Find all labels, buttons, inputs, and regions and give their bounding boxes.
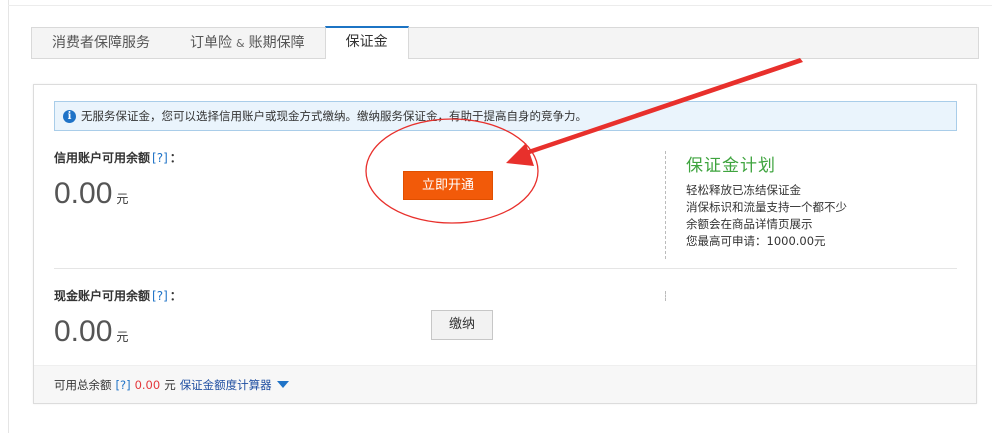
credit-label-text: 信用账户可用余额 [54,151,151,165]
credit-help-link[interactable]: [?] [152,151,168,165]
pay-button[interactable]: 缴纳 [431,310,493,340]
cash-amount-value: 0.00 [54,315,113,348]
plan-line: 轻松释放已冻结保证金 [686,183,801,197]
plan-line: 余额会在商品详情页展示 [686,217,813,231]
credit-colon: ： [169,151,182,165]
tab-ampersand: & [236,37,245,50]
vertical-divider-lower [665,291,666,301]
total-balance-bar: 可用总余额 [?] 0.00 元 保证金额度计算器 [34,365,976,403]
tab-label: 消费者保障服务 [52,35,150,51]
credit-label: 信用账户可用余额 [?]： [54,149,182,166]
total-balance-label: 可用总余额 [54,377,112,392]
notice-bar: i 无服务保证金，您可以选择信用账户或现金方式缴纳。缴纳服务保证金，有助于提高自… [54,101,957,131]
tab-consumer-protection[interactable]: 消费者保障服务 [32,28,170,59]
tab-deposit[interactable]: 保证金 [324,26,409,59]
deposit-plan-promo: 保证金计划 轻松释放已冻结保证金 消保标识和流量支持一个都不少 余额会在商品详情… [686,151,847,250]
total-balance-value: 0.00 [134,377,161,392]
activate-now-button[interactable]: 立即开通 [403,171,493,200]
tab-label: 保证金 [345,34,388,50]
caret-down-icon[interactable] [276,381,289,388]
tab-order-insurance[interactable]: 订单险 & 账期保障 [170,28,325,59]
cash-colon: ： [169,289,182,303]
plan-max-amount: 您最高可申请：1000.00元 [686,234,826,248]
tab-bar: 消费者保障服务 订单险 & 账期保障 保证金 [31,26,979,59]
frame-left-border [8,0,9,433]
total-balance-unit: 元 [164,377,176,392]
tab-label-b: 账期保障 [248,35,305,51]
credit-amount-unit: 元 [116,192,129,206]
total-help-link[interactable]: [?] [116,378,131,392]
plan-line: 消保标识和流量支持一个都不少 [686,200,847,214]
section-divider [54,268,957,269]
cash-amount: 0.00 元 [54,315,128,349]
deposit-calculator-link[interactable]: 保证金额度计算器 [180,377,272,393]
info-icon: i [63,109,76,123]
deposit-plan-logo: 保证金计划 [686,156,776,176]
deposit-panel: i 无服务保证金，您可以选择信用账户或现金方式缴纳。缴纳服务保证金，有助于提高自… [33,84,977,404]
frame-top-border [8,5,992,6]
cash-amount-unit: 元 [116,330,129,344]
cash-label: 现金账户可用余额 [?]： [54,287,182,304]
credit-amount: 0.00 元 [54,177,128,211]
credit-amount-value: 0.00 [54,177,113,210]
cash-label-text: 现金账户可用余额 [54,289,151,303]
vertical-divider [665,151,666,259]
notice-text: 无服务保证金，您可以选择信用账户或现金方式缴纳。缴纳服务保证金，有助于提高自身的… [81,109,587,123]
cash-help-link[interactable]: [?] [152,289,168,303]
tab-label-a: 订单险 [190,35,232,51]
